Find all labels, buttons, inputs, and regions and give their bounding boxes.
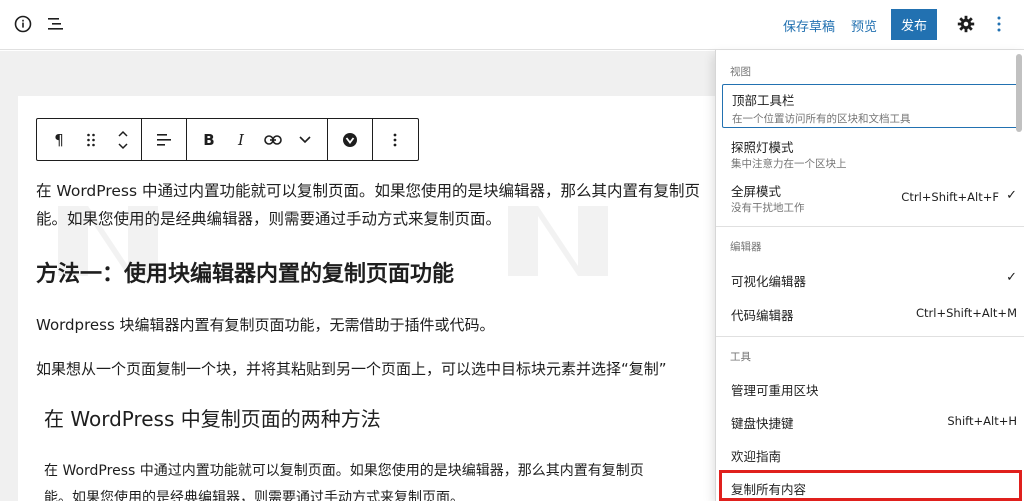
section-label-tools: 工具 bbox=[730, 351, 751, 363]
check-icon: ✓ bbox=[1006, 270, 1017, 285]
paragraph-4-line-1[interactable]: 在 WordPress 中通过内置功能就可以复制页面。如果您使用的是块编辑器，那… bbox=[44, 460, 644, 480]
menu-item-code-editor[interactable]: 代码编辑器 Ctrl+Shift+Alt+M bbox=[722, 296, 1019, 330]
drag-handle-icon[interactable] bbox=[75, 119, 107, 160]
italic-button[interactable]: I bbox=[225, 119, 257, 160]
menu-item-description: 没有干扰地工作 bbox=[731, 202, 805, 214]
section-label-view: 视图 bbox=[730, 66, 751, 78]
menu-item-label: 顶部工具栏 bbox=[732, 93, 795, 108]
menu-item-welcome-guide[interactable]: 欢迎指南 bbox=[722, 438, 1019, 470]
chevron-down-icon[interactable] bbox=[289, 119, 321, 160]
menu-divider bbox=[716, 226, 1024, 227]
menu-item-spotlight-mode[interactable]: 探照灯模式 集中注意力在一个区块上 bbox=[722, 132, 1019, 174]
menu-item-manage-reusable-blocks[interactable]: 管理可重用区块 bbox=[722, 372, 1019, 404]
info-icon[interactable] bbox=[12, 13, 34, 35]
menu-item-label: 键盘快捷键 bbox=[731, 416, 794, 431]
paragraph-1-line-1[interactable]: 在 WordPress 中通过内置功能就可以复制页面。如果您使用的是块编辑器，那… bbox=[36, 179, 700, 201]
menu-item-shortcut: Shift+Alt+H bbox=[947, 414, 1017, 428]
paragraph-1-line-2[interactable]: 能。如果您使用的是经典编辑器，则需要通过手动方式来复制页面。 bbox=[36, 207, 501, 229]
menu-item-label: 可视化编辑器 bbox=[731, 274, 807, 289]
watermark-logo bbox=[498, 196, 618, 290]
section-label-editor: 编辑器 bbox=[730, 241, 762, 253]
publish-button[interactable]: 发布 bbox=[891, 9, 937, 40]
preview-button[interactable]: 预览 bbox=[851, 16, 877, 35]
menu-item-label: 复制所有内容 bbox=[731, 482, 807, 497]
paragraph-4-line-2[interactable]: 能。如果您使用的是经典编辑器，则需要通过手动方式来复制页面。 bbox=[44, 487, 464, 501]
check-icon: ✓ bbox=[1006, 188, 1017, 203]
menu-item-label: 全屏模式 bbox=[731, 184, 782, 199]
menu-item-shortcut: Ctrl+Shift+Alt+F bbox=[901, 190, 999, 204]
menu-item-description: 在一个位置访问所有的区块和文档工具 bbox=[732, 113, 911, 125]
menu-item-label: 探照灯模式 bbox=[731, 140, 794, 155]
menu-item-copy-all-content[interactable]: 复制所有内容 bbox=[719, 470, 1022, 501]
options-menu: 视图 顶部工具栏 在一个位置访问所有的区块和文档工具 探照灯模式 集中注意力在一… bbox=[715, 50, 1024, 501]
menu-item-visual-editor[interactable]: 可视化编辑器 ✓ bbox=[722, 262, 1019, 296]
menu-scrollbar[interactable] bbox=[1016, 54, 1022, 132]
menu-item-description: 集中注意力在一个区块上 bbox=[731, 158, 847, 170]
plugin-logo-icon[interactable] bbox=[334, 119, 366, 160]
menu-item-label: 管理可重用区块 bbox=[731, 383, 819, 398]
align-left-icon[interactable] bbox=[148, 119, 180, 160]
heading-method-one[interactable]: 方法一：使用块编辑器内置的复制页面功能 bbox=[36, 256, 454, 288]
more-options-icon[interactable] bbox=[379, 119, 411, 160]
link-icon[interactable] bbox=[257, 119, 289, 160]
paragraph-3[interactable]: 如果想从一个页面复制一个块，并将其粘贴到另一个页面上，可以选中目标块元素并选择“… bbox=[36, 358, 667, 379]
menu-item-label: 代码编辑器 bbox=[731, 308, 794, 323]
gear-icon[interactable] bbox=[955, 13, 977, 35]
more-vertical-icon[interactable] bbox=[988, 13, 1010, 35]
move-up-down-icon[interactable] bbox=[107, 119, 139, 160]
paragraph-block-icon[interactable]: ¶ bbox=[43, 119, 75, 160]
block-toolbar: ¶ B I bbox=[36, 118, 419, 161]
menu-item-label: 欢迎指南 bbox=[731, 449, 782, 464]
bold-button[interactable]: B bbox=[193, 119, 225, 160]
paragraph-2[interactable]: Wordpress 块编辑器内置有复制页面功能，无需借助于插件或代码。 bbox=[36, 314, 495, 335]
menu-item-keyboard-shortcuts[interactable]: 键盘快捷键 Shift+Alt+H bbox=[722, 405, 1019, 437]
heading-two-methods[interactable]: 在 WordPress 中复制页面的两种方法 bbox=[44, 403, 381, 432]
menu-item-top-toolbar[interactable]: 顶部工具栏 在一个位置访问所有的区块和文档工具 bbox=[722, 84, 1019, 128]
menu-item-shortcut: Ctrl+Shift+Alt+M bbox=[915, 306, 1017, 320]
menu-item-fullscreen-mode[interactable]: 全屏模式 没有干扰地工作 Ctrl+Shift+Alt+F ✓ bbox=[722, 176, 1019, 218]
save-draft-button[interactable]: 保存草稿 bbox=[783, 16, 835, 35]
menu-divider bbox=[716, 336, 1024, 337]
editor-header: 保存草稿 预览 发布 bbox=[0, 0, 1024, 50]
list-view-icon[interactable] bbox=[45, 13, 67, 35]
